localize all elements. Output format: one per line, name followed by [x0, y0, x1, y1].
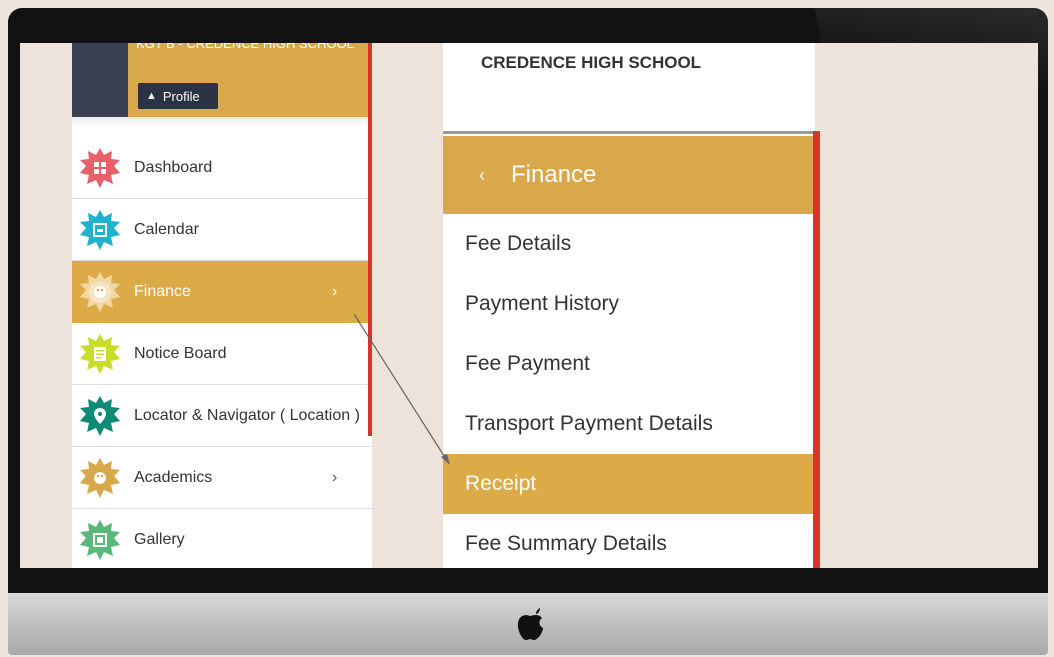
screen: KGT B - CREDENCE HIGH SCHOOL ▲ Profile D…	[20, 43, 1038, 568]
connector-arrow	[353, 313, 450, 465]
apple-logo-icon	[517, 608, 543, 640]
monitor-bezel: KGT B - CREDENCE HIGH SCHOOL ▲ Profile D…	[8, 8, 1048, 593]
monitor-frame: KGT B - CREDENCE HIGH SCHOOL ▲ Profile D…	[8, 8, 1048, 655]
monitor-chin	[8, 593, 1048, 655]
